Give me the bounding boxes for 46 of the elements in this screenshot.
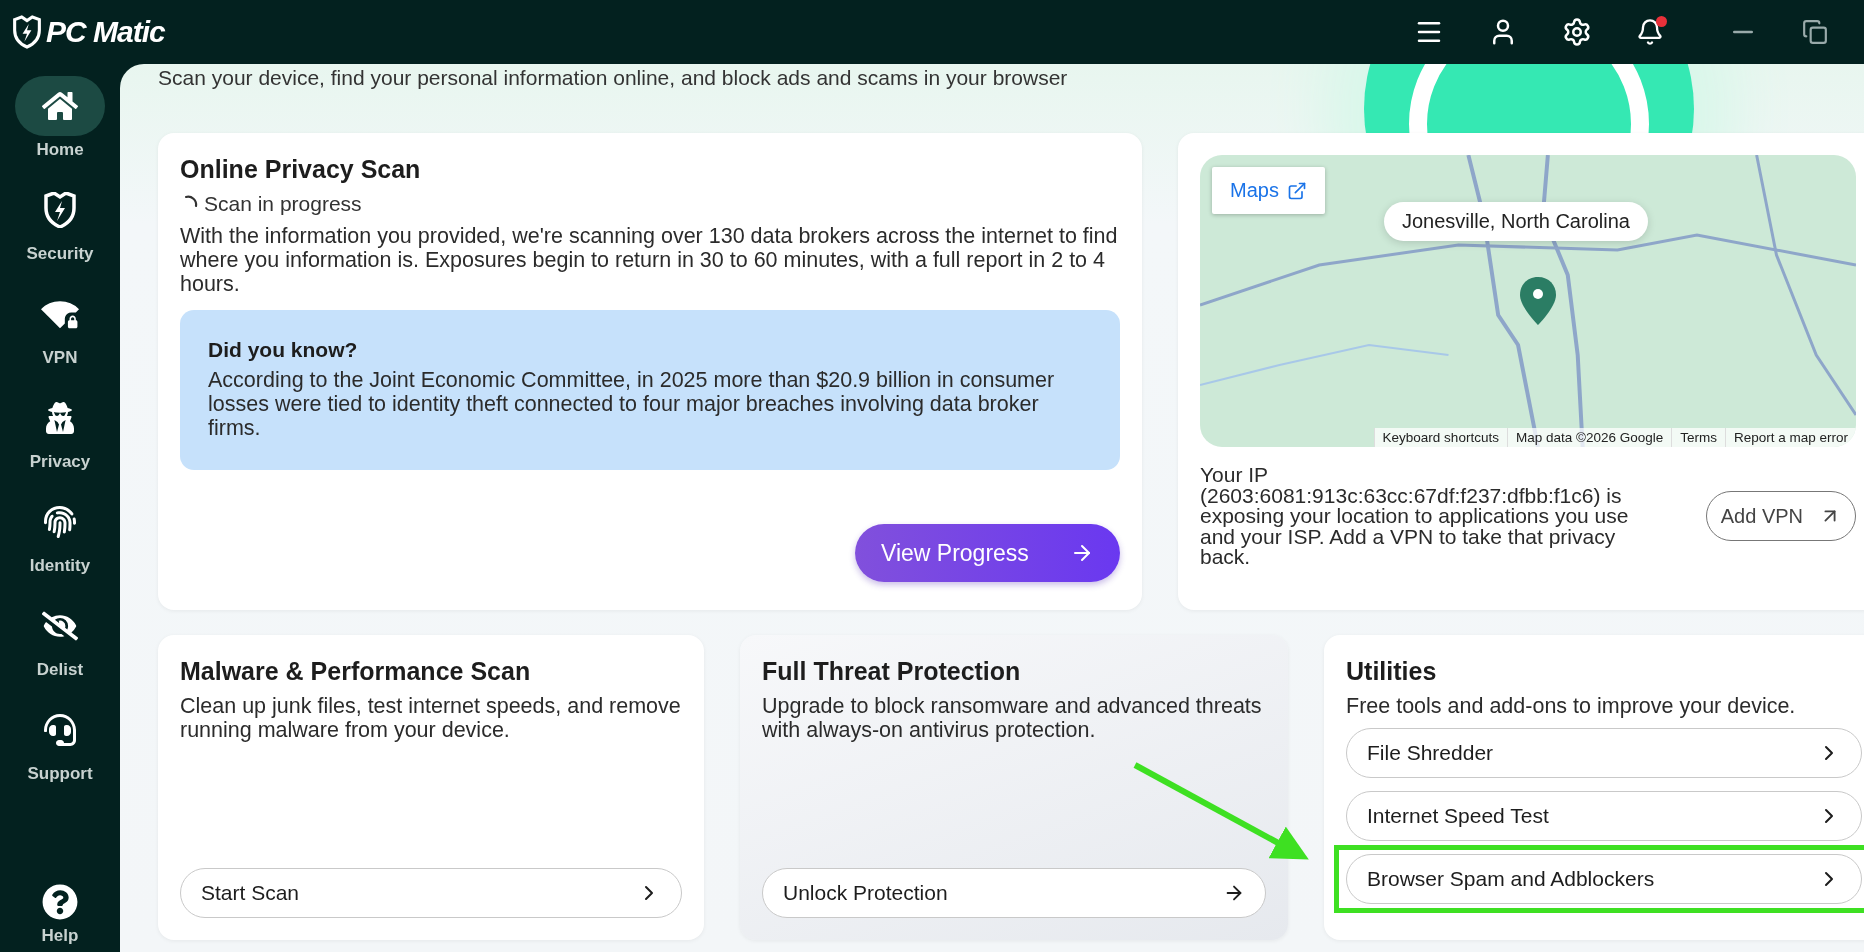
external-link-icon: [1286, 180, 1307, 201]
card-action-button[interactable]: Unlock Protection: [762, 868, 1266, 918]
card-title: Malware & Performance Scan: [180, 657, 532, 686]
sidebar-item[interactable]: Security: [15, 180, 105, 264]
sidebar-item[interactable]: VPN: [15, 284, 105, 368]
card-action-button[interactable]: Start Scan: [180, 868, 682, 918]
logo-shield-icon: [12, 15, 42, 49]
add-vpn-button[interactable]: Add VPN: [1705, 491, 1856, 542]
fingerprint-icon: [44, 506, 76, 538]
map-attribution-link[interactable]: Map data ©2026 Google: [1506, 428, 1672, 447]
shield-icon: [43, 192, 77, 228]
banner-text: Scan your device, find your personal information online, and block ads and scams in your browser: [158, 65, 1069, 91]
map-attribution-link[interactable]: Report a map error: [1724, 428, 1856, 447]
ip-exposure-text: Your IP (2603:6081:913c:63cc:67df:f237:dfbb:f1c6) is exposing your location to applications you use and your ISP. Add a VPN to take that privacy back.: [1200, 465, 1630, 568]
card-text: Free tools and add-ons to improve your device.: [1346, 694, 1797, 718]
utility-button[interactable]: Internet Speed Test: [1346, 791, 1862, 841]
card-title: Online Privacy Scan: [180, 155, 422, 184]
bell-icon[interactable]: [1636, 18, 1664, 46]
card-title: Full Threat Protection: [762, 657, 1022, 686]
sidebar-item[interactable]: Support: [15, 700, 105, 784]
restore-icon[interactable]: [1802, 19, 1828, 45]
map-attribution-link[interactable]: Terms: [1671, 428, 1725, 447]
scan-status: Scan in progress: [204, 192, 362, 216]
app-logo-text: PC Matic: [46, 15, 165, 49]
card-title: Utilities: [1346, 657, 1438, 686]
tip-title: Did you know?: [208, 338, 359, 362]
view-progress-button[interactable]: View Progress: [855, 524, 1120, 582]
sidebar-item[interactable]: Identity: [15, 492, 105, 576]
sidebar-item[interactable]: Delist: [15, 596, 105, 680]
spy-icon: [44, 402, 76, 434]
help-item[interactable]: Help: [40, 882, 80, 946]
map-pin-icon: [1518, 275, 1558, 327]
card-text: Upgrade to block ransomware and advanced threats with always-on antivirus protection.: [762, 694, 1263, 742]
sidebar-item[interactable]: Privacy: [15, 388, 105, 472]
help-icon: [42, 884, 78, 920]
map-view[interactable]: Maps Jonesville, North Carolina Keyboard shortcuts Map data ©2026 Google Terms Report a map error: [1200, 155, 1856, 447]
utility-button[interactable]: Browser Spam and Adblockers: [1346, 854, 1862, 904]
tip-text: According to the Joint Economic Committee, in 2025 more than $20.9 billion in consumer losses were tied to identity theft connected to four major breaches involving data broker firms.: [208, 368, 1056, 440]
scan-description: With the information you provided, we're scanning over 130 data brokers across the internet to find where you information is. Exposures begin to return in 30 to 60 minutes, with a full report in 2 to 4 hours.: [180, 224, 1119, 296]
maps-link[interactable]: Maps: [1212, 167, 1325, 214]
location-label: Jonesville, North Carolina: [1384, 202, 1648, 241]
utility-button[interactable]: File Shredder: [1346, 728, 1862, 778]
settings-icon[interactable]: [1562, 17, 1592, 47]
map-attribution-link[interactable]: Keyboard shortcuts: [1373, 428, 1507, 447]
headset-icon: [44, 714, 76, 746]
card-text: Clean up junk files, test internet speeds, and remove running malware from your device.: [180, 694, 682, 742]
